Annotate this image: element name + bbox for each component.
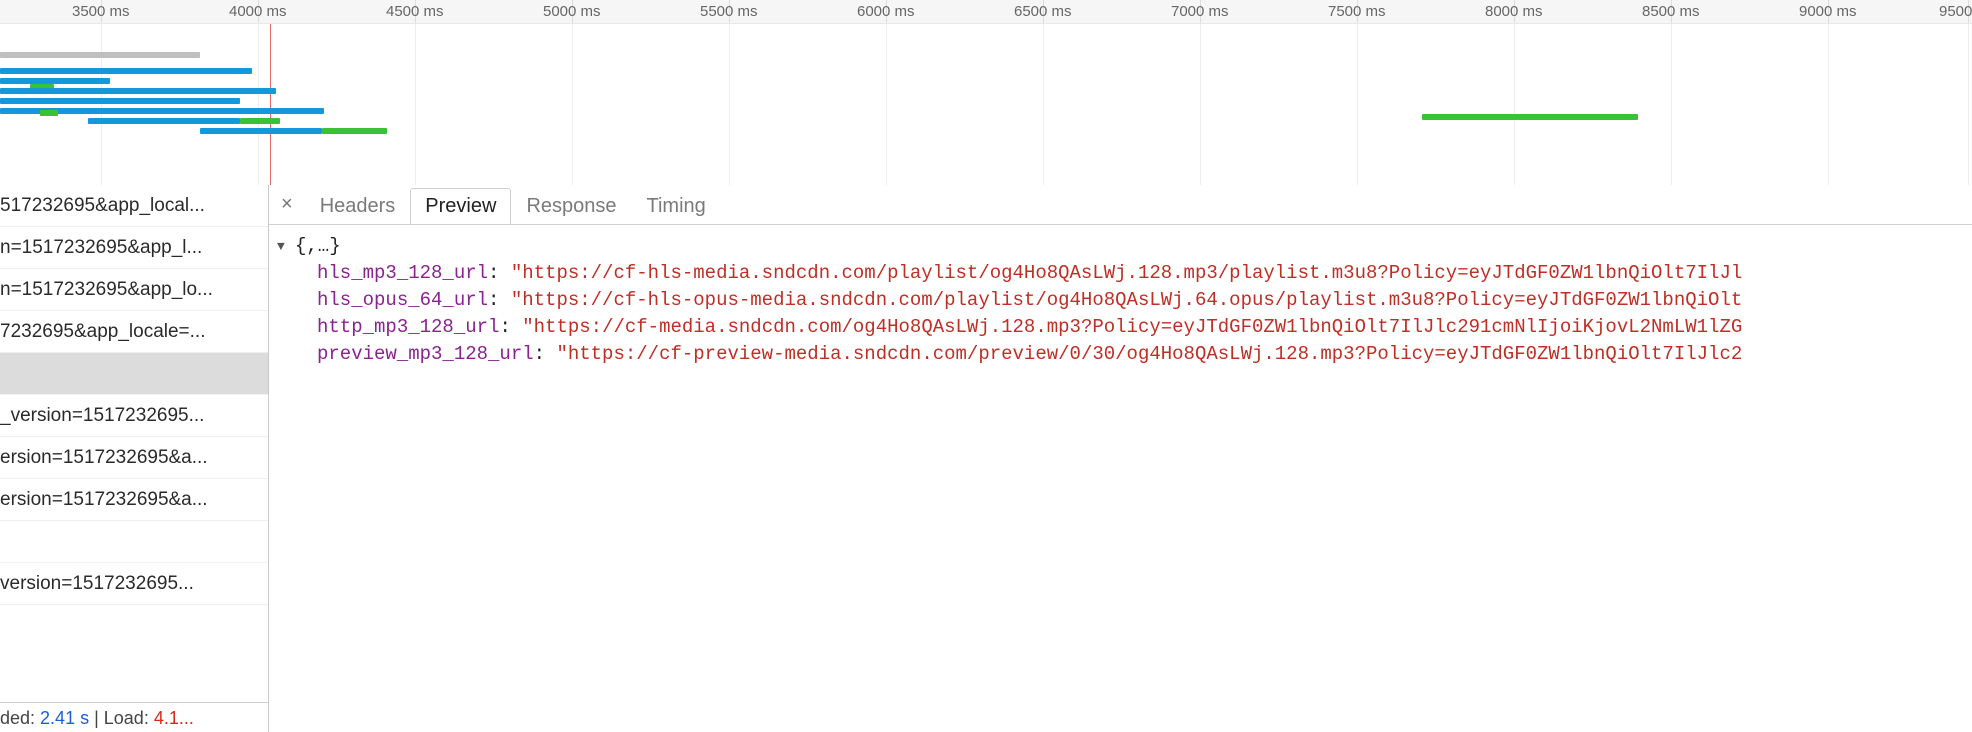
time-tick: 6000 ms: [886, 0, 887, 23]
details-tabbar: × HeadersPreviewResponseTiming: [269, 185, 1972, 225]
time-tick: 5500 ms: [729, 0, 730, 23]
time-tick: 9500: [1968, 0, 1969, 23]
request-row[interactable]: 7232695&app_locale=...: [0, 311, 268, 353]
time-tick: 4000 ms: [258, 0, 259, 23]
timeline-bar[interactable]: [0, 52, 200, 58]
json-value: "https://cf-hls-media.sndcdn.com/playlis…: [511, 262, 1742, 284]
request-row[interactable]: n=1517232695&app_l...: [0, 227, 268, 269]
time-gridline: [886, 24, 887, 185]
time-gridline: [258, 24, 259, 185]
time-gridline: [572, 24, 573, 185]
time-tick: 7000 ms: [1200, 0, 1201, 23]
tab-preview[interactable]: Preview: [410, 188, 511, 224]
time-tick-label: 3500 ms: [72, 3, 152, 20]
time-gridline: [1828, 24, 1829, 185]
json-colon: :: [534, 343, 557, 365]
timeline-bar[interactable]: [200, 128, 322, 134]
time-gridline: [1671, 24, 1672, 185]
network-summary-bar: ded: 2.41 s | Load: 4.1...: [0, 702, 268, 732]
json-value: "https://cf-media.sndcdn.com/og4Ho8QAsLW…: [522, 316, 1742, 338]
time-gridline: [729, 24, 730, 185]
request-row[interactable]: [0, 353, 268, 395]
timeline-bar[interactable]: [88, 118, 240, 124]
request-row[interactable]: ersion=1517232695&a...: [0, 479, 268, 521]
timeline-marker[interactable]: [270, 24, 271, 185]
request-row[interactable]: ersion=1517232695&a...: [0, 437, 268, 479]
time-tick-label: 8500 ms: [1642, 3, 1722, 20]
time-gridline: [101, 24, 102, 185]
json-key: hls_mp3_128_url: [317, 262, 488, 284]
time-tick-label: 8000 ms: [1485, 3, 1565, 20]
time-tick: 8500 ms: [1671, 0, 1672, 23]
time-tick-label: 9000 ms: [1799, 3, 1879, 20]
time-tick: 5000 ms: [572, 0, 573, 23]
json-entry[interactable]: http_mp3_128_url: "https://cf-media.sndc…: [277, 314, 1972, 341]
json-colon: :: [488, 289, 511, 311]
json-entry[interactable]: preview_mp3_128_url: "https://cf-preview…: [277, 341, 1972, 368]
time-tick: 4500 ms: [415, 0, 416, 23]
time-tick-label: 5500 ms: [700, 3, 780, 20]
time-tick: 9000 ms: [1828, 0, 1829, 23]
summary-domloaded-label: ded:: [0, 708, 40, 728]
timeline-bar[interactable]: [0, 68, 252, 74]
time-tick-label: 7000 ms: [1171, 3, 1251, 20]
time-tick-label: 7500 ms: [1328, 3, 1408, 20]
time-tick-label: 4000 ms: [229, 3, 309, 20]
summary-domloaded-value: 2.41 s: [40, 708, 89, 728]
network-request-list[interactable]: 517232695&app_local...n=1517232695&app_l…: [0, 185, 269, 732]
caret-down-icon[interactable]: ▼: [277, 233, 291, 260]
json-entry[interactable]: hls_mp3_128_url: "https://cf-hls-media.s…: [277, 260, 1972, 287]
timeline-bar[interactable]: [0, 88, 276, 94]
time-tick: 8000 ms: [1514, 0, 1515, 23]
time-gridline: [1043, 24, 1044, 185]
time-gridline: [415, 24, 416, 185]
tab-response[interactable]: Response: [511, 188, 631, 224]
json-root-label: {,…}: [295, 233, 341, 260]
request-row[interactable]: n=1517232695&app_lo...: [0, 269, 268, 311]
tab-timing[interactable]: Timing: [632, 188, 721, 224]
timeline-body[interactable]: [0, 24, 1972, 185]
time-tick: 3500 ms: [101, 0, 102, 23]
timeline-bar[interactable]: [40, 110, 58, 116]
json-colon: :: [499, 316, 522, 338]
time-tick-label: 9500: [1939, 3, 1972, 20]
time-gridline: [1357, 24, 1358, 185]
close-icon[interactable]: ×: [275, 193, 305, 216]
request-row[interactable]: version=1517232695...: [0, 563, 268, 605]
time-tick: 7500 ms: [1357, 0, 1358, 23]
json-value: "https://cf-hls-opus-media.sndcdn.com/pl…: [511, 289, 1742, 311]
request-row[interactable]: _version=1517232695...: [0, 395, 268, 437]
json-entry[interactable]: hls_opus_64_url: "https://cf-hls-opus-me…: [277, 287, 1972, 314]
json-colon: :: [488, 262, 511, 284]
json-key: http_mp3_128_url: [317, 316, 499, 338]
timeline-overview[interactable]: 3500 ms 4000 ms 4500 ms 5000 ms 5500 ms 6000 …: [0, 0, 1972, 185]
tab-headers[interactable]: Headers: [305, 188, 411, 224]
time-tick: 6500 ms: [1043, 0, 1044, 23]
json-key: preview_mp3_128_url: [317, 343, 534, 365]
summary-load-value: 4.1...: [154, 708, 194, 728]
request-details-pane: × HeadersPreviewResponseTiming ▼ {,…} hl…: [269, 185, 1972, 732]
time-tick-label: 5000 ms: [543, 3, 623, 20]
time-tick-label: 6500 ms: [1014, 3, 1094, 20]
time-gridline: [1968, 24, 1969, 185]
time-gridline: [1200, 24, 1201, 185]
timeline-bar[interactable]: [322, 128, 387, 134]
timeline-bar[interactable]: [1422, 114, 1638, 120]
request-row[interactable]: [0, 521, 268, 563]
time-tick-label: 6000 ms: [857, 3, 937, 20]
json-key: hls_opus_64_url: [317, 289, 488, 311]
timeline-ruler[interactable]: 3500 ms 4000 ms 4500 ms 5000 ms 5500 ms 6000 …: [0, 0, 1972, 24]
time-tick-label: 4500 ms: [386, 3, 466, 20]
timeline-bar[interactable]: [240, 118, 280, 124]
preview-body[interactable]: ▼ {,…} hls_mp3_128_url: "https://cf-hls-…: [269, 225, 1972, 732]
timeline-bar[interactable]: [0, 78, 110, 84]
time-gridline: [1514, 24, 1515, 185]
json-tree-root[interactable]: ▼ {,…}: [277, 233, 1972, 260]
timeline-bar[interactable]: [0, 98, 240, 104]
json-value: "https://cf-preview-media.sndcdn.com/pre…: [556, 343, 1742, 365]
summary-load-label: | Load:: [89, 708, 154, 728]
request-row[interactable]: 517232695&app_local...: [0, 185, 268, 227]
